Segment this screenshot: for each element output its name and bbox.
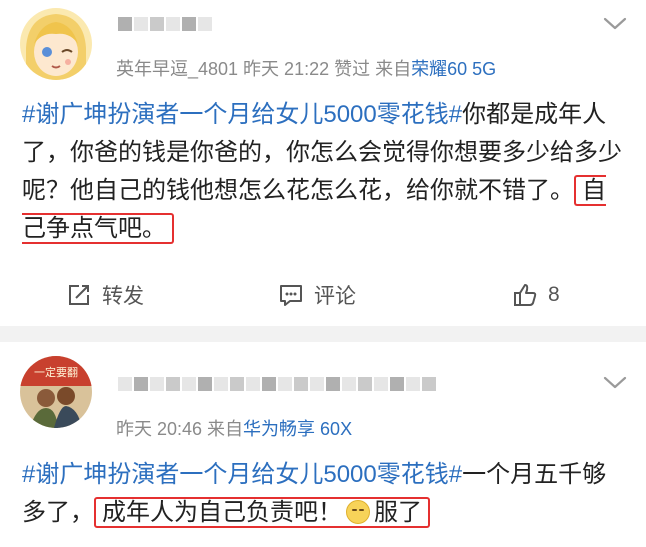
meta-text: 英年早逗_4801 昨天 21:22 赞过 来自	[116, 59, 412, 79]
like-count: 8	[548, 283, 560, 306]
post-text: #谢广坤扮演者一个月给女儿5000零花钱#你都是成年人了，你爸的钱是你爸的，你怎…	[22, 96, 626, 248]
chevron-down-icon[interactable]	[602, 16, 628, 32]
highlighted-text: 成年人为自己负责吧！ 服了	[94, 497, 430, 528]
post-separator	[0, 326, 646, 342]
device-link[interactable]: 荣耀60 5G	[411, 59, 496, 79]
weibo-post-1: 英年早逗_4801 昨天 21:22 赞过 来自荣耀60 5G #谢广坤扮演者一…	[0, 0, 646, 326]
post-meta: 英年早逗_4801 昨天 21:22 赞过 来自荣耀60 5G	[116, 55, 496, 81]
like-button[interactable]: 8	[512, 282, 560, 308]
highlighted-text-body: 成年人为自己负责吧！	[102, 499, 342, 526]
comment-label: 评论	[314, 285, 356, 308]
avatar[interactable]: 一定要翻	[20, 356, 92, 428]
highlighted-text-tail: 服了	[374, 499, 422, 526]
hashtag-link[interactable]: #谢广坤扮演者一个月给女儿5000零花钱#	[22, 101, 462, 128]
action-bar: 转发 评论 8	[0, 272, 646, 318]
username-redacted[interactable]	[118, 377, 436, 391]
meta-text: 昨天 20:46 来自	[116, 419, 244, 439]
username-redacted[interactable]	[118, 17, 212, 31]
device-link[interactable]: 华为畅享 60X	[243, 419, 352, 439]
chevron-down-icon[interactable]	[602, 375, 628, 391]
repost-button[interactable]: 转发	[66, 280, 144, 310]
shush-face-emoji-icon	[346, 500, 370, 524]
hashtag-link[interactable]: #谢广坤扮演者一个月给女儿5000零花钱#	[22, 461, 462, 488]
post-text: #谢广坤扮演者一个月给女儿5000零花钱#一个月五千够多了， 成年人为自己负责吧！…	[22, 456, 626, 532]
avatar-poster-text: 一定要翻	[34, 365, 78, 379]
comment-icon	[280, 285, 302, 306]
share-edit-icon	[69, 285, 89, 305]
comment-button[interactable]: 评论	[278, 280, 356, 310]
thumbs-up-icon	[514, 284, 537, 306]
post-meta: 昨天 20:46 来自华为畅享 60X	[116, 415, 352, 441]
repost-label: 转发	[102, 285, 144, 308]
avatar[interactable]	[20, 8, 92, 80]
